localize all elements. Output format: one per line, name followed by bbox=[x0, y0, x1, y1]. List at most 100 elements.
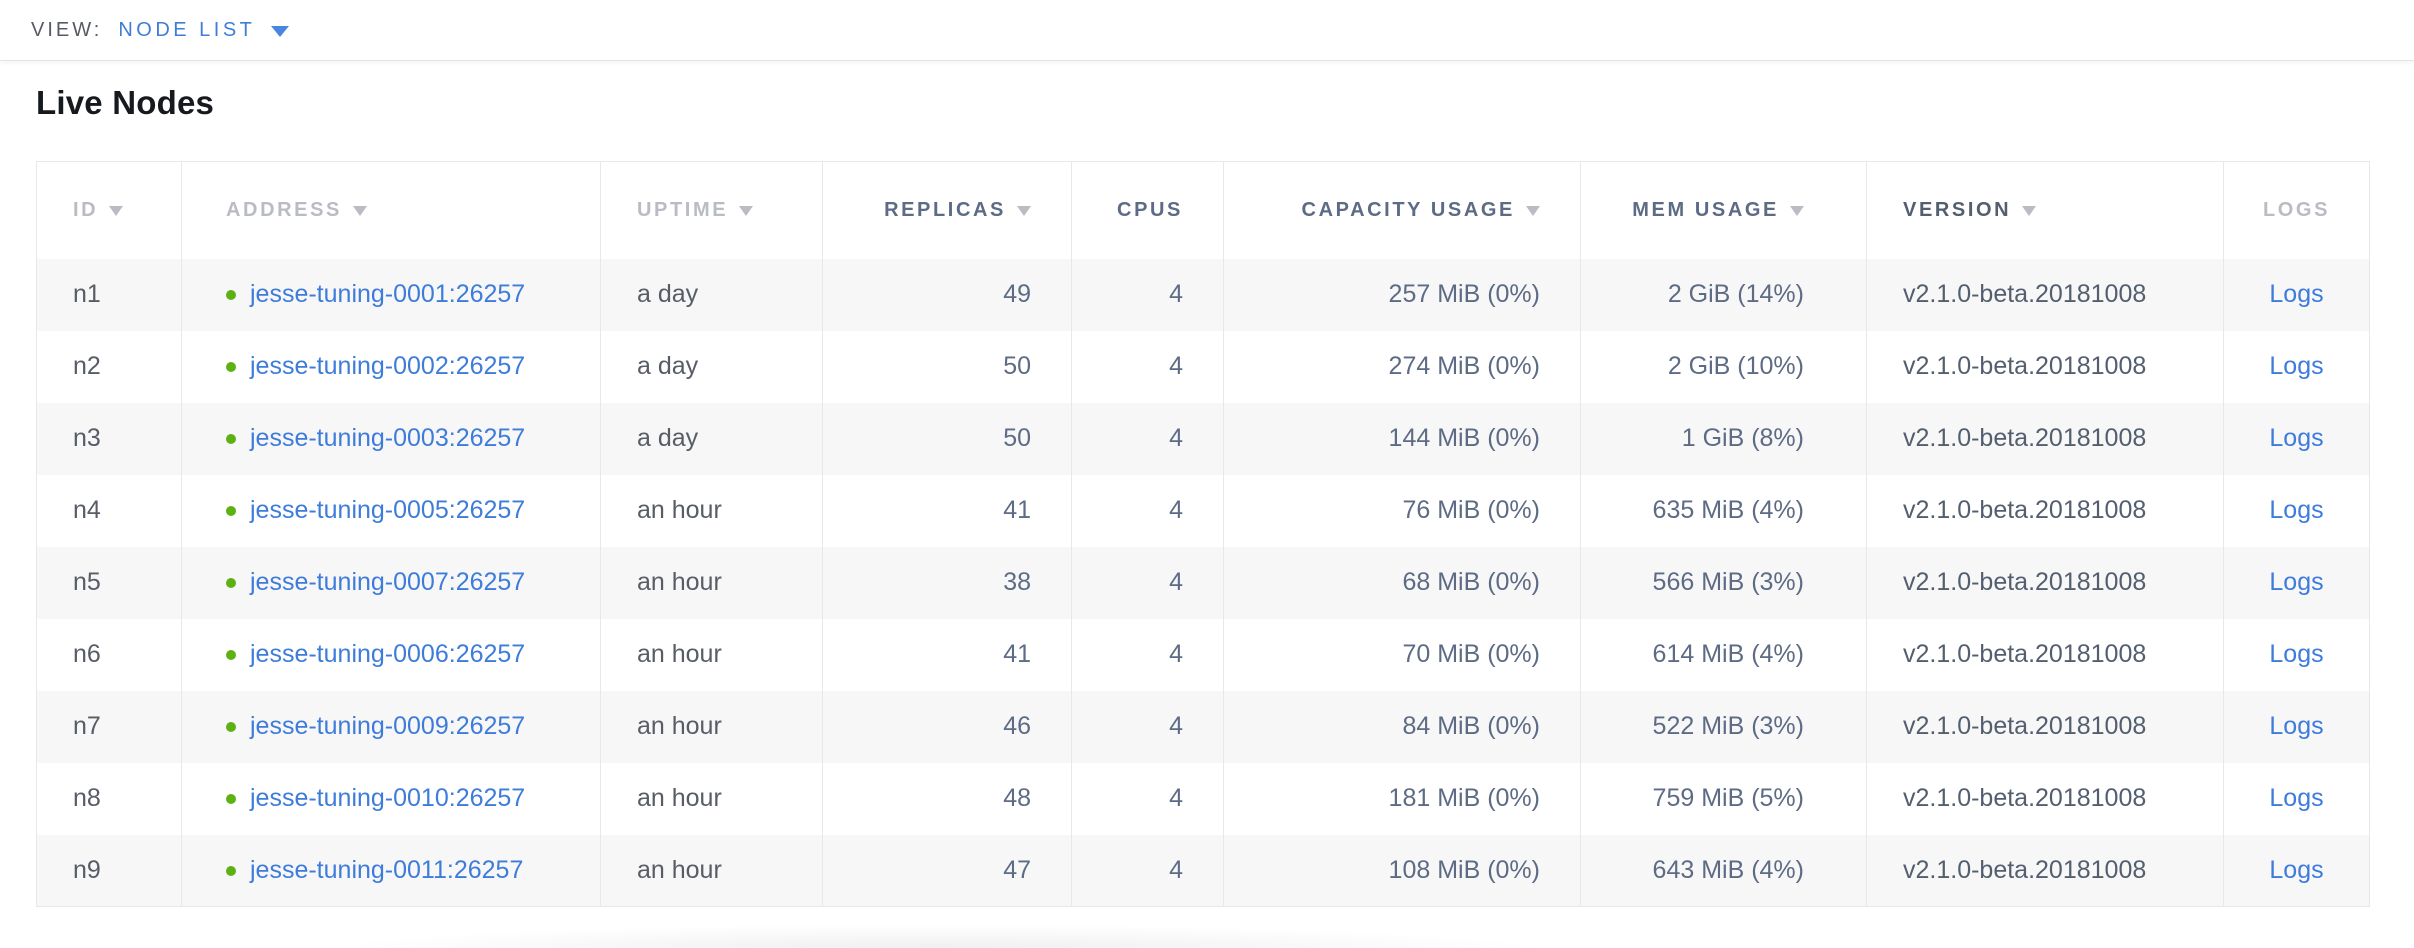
cell-capacity: 76 MiB (0%) bbox=[1224, 475, 1581, 547]
view-label: VIEW: bbox=[31, 19, 102, 42]
cell-uptime: a day bbox=[601, 259, 823, 331]
sort-desc-arrow-icon bbox=[739, 206, 753, 216]
cell-logs: Logs bbox=[2224, 259, 2370, 331]
sort-desc-arrow-icon bbox=[1526, 206, 1540, 216]
cell-id: n3 bbox=[37, 403, 182, 475]
node-logs-link[interactable]: Logs bbox=[2269, 280, 2323, 308]
live-nodes-table: ID ADDRESS UPTIME REPLICAS CPUS CAPACITY USAG… bbox=[36, 161, 2370, 907]
cell-capacity: 84 MiB (0%) bbox=[1224, 691, 1581, 763]
column-header-label: LOGS bbox=[2263, 199, 2330, 221]
table-row: n1jesse-tuning-0001:26257a day494257 MiB… bbox=[37, 259, 2370, 331]
table-row: n9jesse-tuning-0011:26257an hour474108 M… bbox=[37, 835, 2370, 907]
cell-address: jesse-tuning-0010:26257 bbox=[182, 763, 601, 835]
cell-cpus: 4 bbox=[1072, 547, 1224, 619]
cell-uptime: an hour bbox=[601, 475, 823, 547]
cell-mem: 759 MiB (5%) bbox=[1581, 763, 1867, 835]
node-address-link[interactable]: jesse-tuning-0002:26257 bbox=[250, 352, 525, 380]
cell-capacity: 257 MiB (0%) bbox=[1224, 259, 1581, 331]
column-header-uptime[interactable]: UPTIME bbox=[601, 162, 823, 259]
node-live-status-dot bbox=[226, 866, 236, 876]
cell-cpus: 4 bbox=[1072, 691, 1224, 763]
column-header-version[interactable]: VERSION bbox=[1867, 162, 2224, 259]
column-header-logs: LOGS bbox=[2224, 162, 2370, 259]
cell-logs: Logs bbox=[2224, 547, 2370, 619]
column-header-address[interactable]: ADDRESS bbox=[182, 162, 601, 259]
node-logs-link[interactable]: Logs bbox=[2269, 424, 2323, 452]
node-logs-link[interactable]: Logs bbox=[2269, 496, 2323, 524]
cell-id: n6 bbox=[37, 619, 182, 691]
sort-desc-arrow-icon bbox=[1790, 206, 1804, 216]
column-header-label: MEM USAGE bbox=[1632, 199, 1779, 221]
cell-cpus: 4 bbox=[1072, 259, 1224, 331]
column-header-label: REPLICAS bbox=[884, 199, 1006, 221]
column-header-label: ADDRESS bbox=[226, 199, 342, 221]
cell-replicas: 49 bbox=[823, 259, 1072, 331]
column-header-mem[interactable]: MEM USAGE bbox=[1581, 162, 1867, 259]
chevron-down-icon bbox=[271, 26, 289, 37]
node-live-status-dot bbox=[226, 434, 236, 444]
table-row: n2jesse-tuning-0002:26257a day504274 MiB… bbox=[37, 331, 2370, 403]
table-row: n7jesse-tuning-0009:26257an hour46484 Mi… bbox=[37, 691, 2370, 763]
column-header-capacity[interactable]: CAPACITY USAGE bbox=[1224, 162, 1581, 259]
cell-uptime: an hour bbox=[601, 547, 823, 619]
column-header-label: CAPACITY USAGE bbox=[1302, 199, 1515, 221]
sort-desc-arrow-icon bbox=[1017, 206, 1031, 216]
main-content: Live Nodes IDADDRESSUPTIMEREPLICASCPUSCA… bbox=[0, 84, 2414, 907]
cell-version: v2.1.0-beta.20181008 bbox=[1867, 547, 2224, 619]
column-header-label: UPTIME bbox=[637, 199, 728, 221]
cell-logs: Logs bbox=[2224, 691, 2370, 763]
cell-capacity: 70 MiB (0%) bbox=[1224, 619, 1581, 691]
cell-mem: 522 MiB (3%) bbox=[1581, 691, 1867, 763]
cell-cpus: 4 bbox=[1072, 619, 1224, 691]
node-address-link[interactable]: jesse-tuning-0009:26257 bbox=[250, 712, 525, 740]
cell-address: jesse-tuning-0007:26257 bbox=[182, 547, 601, 619]
node-address-link[interactable]: jesse-tuning-0007:26257 bbox=[250, 568, 525, 596]
node-address-link[interactable]: jesse-tuning-0010:26257 bbox=[250, 784, 525, 812]
cell-uptime: an hour bbox=[601, 763, 823, 835]
cell-uptime: a day bbox=[601, 403, 823, 475]
node-logs-link[interactable]: Logs bbox=[2269, 640, 2323, 668]
cell-replicas: 46 bbox=[823, 691, 1072, 763]
node-logs-link[interactable]: Logs bbox=[2269, 352, 2323, 380]
cell-capacity: 274 MiB (0%) bbox=[1224, 331, 1581, 403]
cell-version: v2.1.0-beta.20181008 bbox=[1867, 835, 2224, 907]
cell-address: jesse-tuning-0003:26257 bbox=[182, 403, 601, 475]
node-logs-link[interactable]: Logs bbox=[2269, 856, 2323, 884]
view-selected-value: NODE LIST bbox=[118, 19, 255, 42]
node-address-link[interactable]: jesse-tuning-0006:26257 bbox=[250, 640, 525, 668]
cell-logs: Logs bbox=[2224, 403, 2370, 475]
cell-id: n9 bbox=[37, 835, 182, 907]
column-header-label: VERSION bbox=[1903, 199, 2011, 221]
node-logs-link[interactable]: Logs bbox=[2269, 784, 2323, 812]
column-header-id[interactable]: ID bbox=[37, 162, 182, 259]
cell-replicas: 50 bbox=[823, 331, 1072, 403]
table-header-row: ID ADDRESS UPTIME REPLICAS CPUS CAPACITY USAG… bbox=[37, 162, 2370, 259]
sort-desc-arrow-icon bbox=[2022, 206, 2036, 216]
cell-version: v2.1.0-beta.20181008 bbox=[1867, 403, 2224, 475]
cell-logs: Logs bbox=[2224, 835, 2370, 907]
node-address-link[interactable]: jesse-tuning-0001:26257 bbox=[250, 280, 525, 308]
column-header-cpus: CPUS bbox=[1072, 162, 1224, 259]
node-logs-link[interactable]: Logs bbox=[2269, 712, 2323, 740]
cell-address: jesse-tuning-0011:26257 bbox=[182, 835, 601, 907]
node-address-link[interactable]: jesse-tuning-0011:26257 bbox=[250, 856, 523, 884]
cell-cpus: 4 bbox=[1072, 331, 1224, 403]
cell-address: jesse-tuning-0001:26257 bbox=[182, 259, 601, 331]
cell-capacity: 181 MiB (0%) bbox=[1224, 763, 1581, 835]
node-address-link[interactable]: jesse-tuning-0003:26257 bbox=[250, 424, 525, 452]
column-header-replicas[interactable]: REPLICAS bbox=[823, 162, 1072, 259]
cell-logs: Logs bbox=[2224, 475, 2370, 547]
node-live-status-dot bbox=[226, 506, 236, 516]
cell-uptime: an hour bbox=[601, 691, 823, 763]
cell-mem: 635 MiB (4%) bbox=[1581, 475, 1867, 547]
cell-capacity: 144 MiB (0%) bbox=[1224, 403, 1581, 475]
node-address-link[interactable]: jesse-tuning-0005:26257 bbox=[250, 496, 525, 524]
column-header-label: CPUS bbox=[1117, 199, 1183, 221]
node-live-status-dot bbox=[226, 650, 236, 660]
cell-mem: 566 MiB (3%) bbox=[1581, 547, 1867, 619]
cell-address: jesse-tuning-0005:26257 bbox=[182, 475, 601, 547]
view-selector-dropdown[interactable]: NODE LIST bbox=[118, 19, 289, 42]
cell-uptime: a day bbox=[601, 331, 823, 403]
node-live-status-dot bbox=[226, 794, 236, 804]
node-logs-link[interactable]: Logs bbox=[2269, 568, 2323, 596]
